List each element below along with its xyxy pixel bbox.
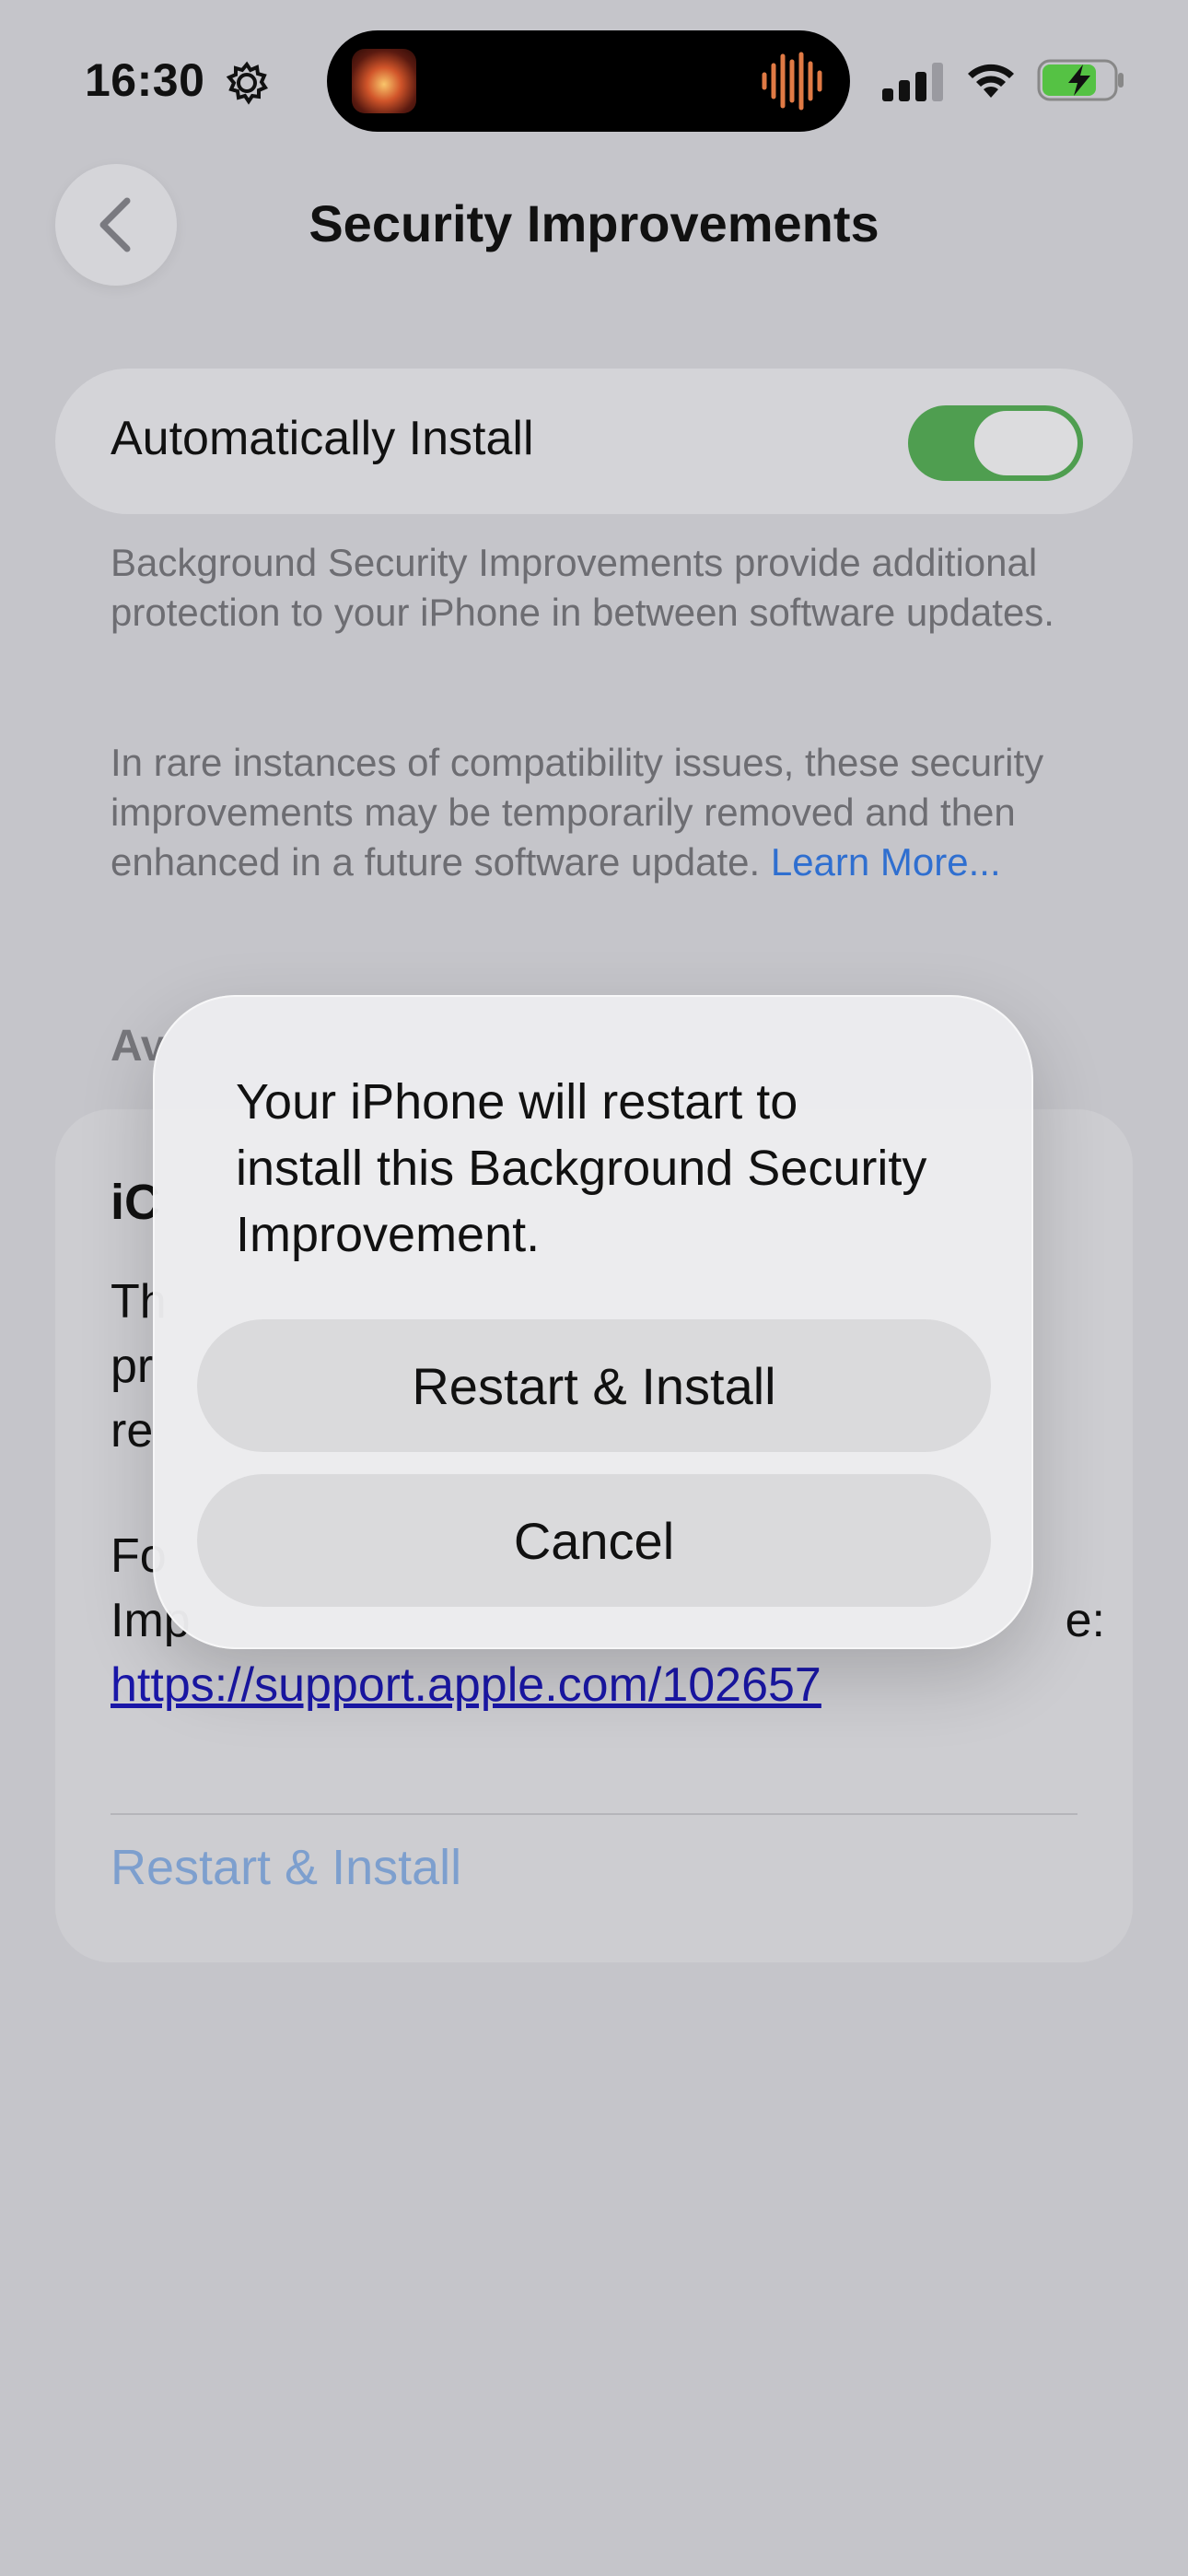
- signal-icon: [882, 63, 943, 101]
- gear-icon: [226, 61, 268, 105]
- audio-waveform-icon: [762, 52, 822, 111]
- now-playing-artwork: [352, 49, 416, 113]
- restart-install-action[interactable]: Restart & Install: [111, 1839, 461, 1896]
- screen: 16:30 Security Improvements Automaticall…: [0, 0, 1188, 2576]
- battery-charging-icon: [1037, 59, 1124, 101]
- learn-more-link[interactable]: Learn More...: [771, 840, 1001, 884]
- alert-message: Your iPhone will restart to install this…: [236, 1074, 927, 1262]
- dynamic-island[interactable]: [327, 30, 850, 132]
- footer-description: Background Security Improvements provide…: [111, 541, 1054, 634]
- divider: [111, 1813, 1077, 1815]
- wifi-icon: [968, 64, 1014, 98]
- support-url-link[interactable]: https://support.apple.com/102657: [111, 1653, 1105, 1717]
- auto-install-toggle[interactable]: [908, 405, 1083, 481]
- status-time: 16:30: [85, 54, 205, 106]
- restart-install-button[interactable]: Restart & Install: [197, 1319, 991, 1452]
- more-info-trailing: e:: [1065, 1594, 1105, 1647]
- footer-compatibility-note: In rare instances of compatibility issue…: [111, 738, 1087, 887]
- restart-alert: Your iPhone will restart to install this…: [153, 995, 1033, 1649]
- page-title: Security Improvements: [309, 194, 879, 252]
- auto-install-row[interactable]: Automatically Install: [55, 369, 1133, 514]
- cancel-button[interactable]: Cancel: [197, 1474, 991, 1607]
- toggle-knob: [974, 411, 1077, 475]
- auto-install-label: Automatically Install: [111, 412, 534, 465]
